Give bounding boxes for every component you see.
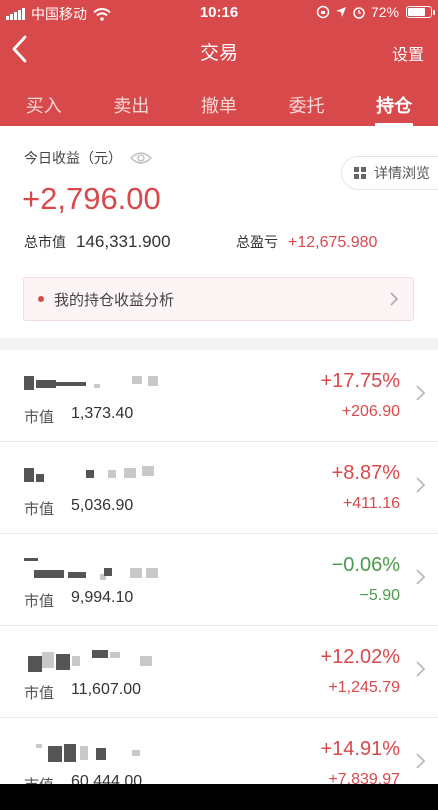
battery-percent: 72% <box>370 4 399 20</box>
change-percent: +8.87% <box>331 462 400 484</box>
status-right: 72% <box>316 4 435 20</box>
grid-icon <box>354 167 366 179</box>
detail-view-label: 详情浏览 <box>374 165 430 181</box>
market-value: 1,373.40 <box>71 405 134 422</box>
stock-name-redacted <box>24 650 164 672</box>
tab-buy[interactable]: 买入 <box>0 80 88 126</box>
battery-icon <box>406 6 435 18</box>
chevron-right-icon <box>390 292 399 306</box>
market-value: 11,607.00 <box>71 681 141 698</box>
chevron-right-icon <box>416 753 426 769</box>
app-header: 中国移动 10:16 72% 交易 设置 买入 卖出 撤单 委托 持仓 <box>0 0 438 126</box>
eye-icon[interactable] <box>130 151 152 165</box>
stock-name-redacted <box>24 558 164 580</box>
chevron-right-icon <box>416 385 426 401</box>
settings-button[interactable]: 设置 <box>392 41 424 65</box>
change-percent: −0.06% <box>331 554 400 576</box>
market-value: 5,036.90 <box>71 497 134 514</box>
rotation-lock-icon <box>316 5 330 19</box>
position-pnl: +411.16 <box>342 495 400 512</box>
holding-row[interactable]: 市值 11,607.00 +12.02% +1,245.79 <box>0 626 438 718</box>
status-bar: 中国移动 10:16 72% <box>0 0 438 26</box>
nav-bar: 交易 设置 <box>0 30 438 72</box>
market-value-label: 市值 <box>24 501 55 518</box>
stock-name-redacted <box>24 742 164 762</box>
chevron-right-icon <box>416 477 426 493</box>
holdings-list: 市值 1,373.40 +17.75% +206.90 市值 5,036.90 … <box>0 350 438 810</box>
total-pnl-label: 总盈亏 <box>236 234 278 250</box>
earnings-summary: 今日收益（元） 详情浏览 +2,796.00 总市值 146,331.900 总… <box>0 126 438 338</box>
chevron-right-icon <box>416 661 426 677</box>
market-value: 9,994.10 <box>71 589 134 606</box>
position-analysis-button[interactable]: 我的持仓收益分析 <box>23 277 414 321</box>
tab-orders[interactable]: 委托 <box>263 80 351 126</box>
stock-name-redacted <box>24 466 164 482</box>
trade-tabs: 买入 卖出 撤单 委托 持仓 <box>0 80 438 126</box>
page-title: 交易 <box>199 43 238 64</box>
location-icon <box>335 7 346 17</box>
total-pnl-value: +12,675.980 <box>288 234 378 251</box>
position-pnl: +206.90 <box>341 403 400 420</box>
position-analysis-label: 我的持仓收益分析 <box>54 291 175 309</box>
bottom-bar <box>0 784 438 810</box>
detail-view-button[interactable]: 详情浏览 <box>341 156 438 190</box>
total-market-value: 146,331.900 <box>76 232 171 251</box>
total-market-value-row: 总市值 146,331.900 <box>24 232 171 252</box>
today-earnings-label: 今日收益（元） <box>24 150 122 166</box>
market-value-label: 市值 <box>24 593 55 610</box>
alarm-icon <box>353 7 365 19</box>
holding-row[interactable]: 市值 5,036.90 +8.87% +411.16 <box>0 442 438 534</box>
chevron-right-icon <box>416 569 426 585</box>
position-pnl: −5.90 <box>359 587 400 604</box>
change-percent: +14.91% <box>320 738 400 760</box>
today-earnings-label-row: 今日收益（元） <box>24 148 152 168</box>
market-value-label: 市值 <box>24 685 55 702</box>
position-pnl: +1,245.79 <box>328 679 400 696</box>
section-divider <box>0 338 438 350</box>
change-percent: +17.75% <box>320 370 400 392</box>
tab-cancel-order[interactable]: 撤单 <box>175 80 263 126</box>
tab-positions[interactable]: 持仓 <box>350 80 438 126</box>
holding-row[interactable]: 市值 1,373.40 +17.75% +206.90 <box>0 350 438 442</box>
tab-sell[interactable]: 卖出 <box>88 80 176 126</box>
bullet-dot <box>38 296 44 302</box>
holding-row[interactable]: 市值 9,994.10 −0.06% −5.90 <box>0 534 438 626</box>
today-earnings-value: +2,796.00 <box>22 181 161 216</box>
stock-name-redacted <box>24 374 164 390</box>
market-value-label: 市值 <box>24 409 55 426</box>
change-percent: +12.02% <box>320 646 400 668</box>
total-market-value-label: 总市值 <box>24 234 66 250</box>
total-pnl-row: 总盈亏 +12,675.980 <box>236 232 377 252</box>
